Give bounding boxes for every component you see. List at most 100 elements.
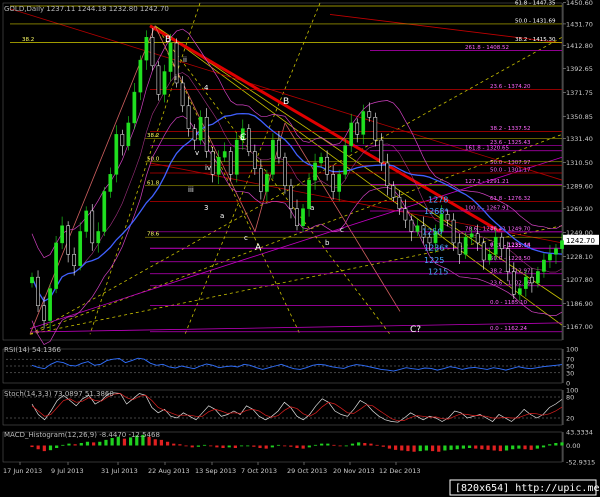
macd-bar	[283, 445, 287, 447]
macd-bar	[165, 441, 170, 446]
macd-tick-label: -52.9315	[566, 459, 595, 467]
candle-body	[409, 219, 414, 232]
macd-bar	[178, 444, 182, 446]
macd-bar	[511, 445, 515, 450]
last-price-label: 1242.70	[566, 237, 595, 245]
macd-bar	[461, 445, 465, 449]
y-tick-label: 1167.00	[566, 323, 593, 331]
candle-body	[108, 174, 113, 192]
macd-bar	[104, 439, 108, 446]
fib-level-label: 50.0 - 1431.69	[515, 18, 556, 24]
stoch-tick-label: 20	[566, 415, 574, 423]
candle-body	[530, 276, 534, 284]
wave-label: b	[325, 239, 330, 247]
candle-body	[228, 151, 233, 175]
macd-bar	[529, 445, 533, 450]
macd-bar	[412, 445, 416, 452]
macd-tick-label: 0.00	[566, 442, 580, 450]
wave-label: c	[340, 226, 344, 234]
candle-body	[313, 162, 317, 181]
candle-body	[343, 145, 348, 175]
candle-body	[457, 242, 462, 255]
macd-bar	[449, 445, 453, 450]
fib-level-label: 0.0 - 1185.10	[490, 300, 527, 306]
candle-body	[451, 219, 456, 244]
candle-body	[463, 236, 468, 255]
candle-body	[78, 231, 83, 266]
candle-body	[301, 208, 305, 227]
wave-label: B	[165, 35, 171, 45]
candle-body	[361, 111, 366, 135]
macd-bar	[153, 439, 157, 446]
x-tick-label: 29 Oct 2013	[287, 467, 327, 475]
candle-body	[560, 240, 564, 249]
rsi-tick-label: 100	[566, 346, 578, 354]
macd-bar	[498, 445, 502, 452]
target-label: 1225	[424, 256, 444, 265]
macd-bar	[394, 445, 398, 450]
wave-label: c	[244, 234, 248, 242]
macd-bar	[455, 445, 459, 450]
candle-body	[204, 116, 209, 152]
macd-bar	[437, 445, 441, 452]
candle-body	[180, 82, 185, 107]
macd-bar	[73, 444, 77, 446]
candle-body	[162, 71, 167, 95]
macd-bar	[400, 445, 404, 451]
macd-bar	[307, 445, 311, 448]
macd-bar	[61, 444, 65, 446]
target-label: 1215	[428, 267, 448, 276]
candle-body	[355, 122, 360, 135]
wave-label: B	[283, 97, 289, 107]
y-tick-label: 1412.80	[566, 42, 593, 50]
candle-body	[252, 151, 257, 169]
candle-body	[210, 151, 215, 175]
candle-body	[319, 156, 323, 164]
candle-body	[289, 185, 293, 209]
macd-bar	[48, 445, 53, 451]
macd-bar	[474, 445, 478, 449]
candle-body	[487, 254, 492, 261]
candle-body	[132, 91, 137, 124]
candle-body	[367, 111, 372, 118]
macd-bar	[486, 445, 490, 450]
wave-label: v	[195, 149, 199, 157]
macd-bar	[301, 445, 305, 449]
candle-body	[397, 196, 402, 209]
macd-bar	[381, 445, 385, 447]
candle-body	[150, 37, 155, 67]
extension-label: 78.6 - 1249.72	[465, 226, 505, 232]
candle-body	[373, 116, 378, 141]
macd-bar	[418, 445, 422, 452]
macd-bar	[313, 444, 318, 446]
candle-body	[481, 242, 486, 261]
macd-bar	[264, 445, 268, 449]
candle-body	[96, 231, 101, 244]
macd-bar	[344, 445, 348, 447]
y-tick-label: 1269.90	[566, 205, 593, 213]
fib-level-label: 50.0 - 1301.17	[490, 168, 531, 174]
stoch-title: Stoch(14,3,3) 73.0897 51.3860	[4, 390, 114, 398]
wave-label: b	[240, 134, 245, 142]
y-tick-label: 1228.10	[566, 253, 593, 261]
fib-level-label: 38.2 - 1337.52	[490, 126, 530, 132]
candle-body	[60, 225, 64, 244]
macd-bar	[209, 445, 213, 447]
macd-bar	[289, 445, 293, 447]
wave-label: ii	[183, 56, 187, 64]
macd-bar	[196, 445, 200, 447]
target-label: 1250	[422, 227, 442, 236]
wave-label: iv	[205, 164, 211, 172]
watermark: [820x654] http://upic.me/	[449, 479, 600, 496]
left-fib-label: 78.6	[147, 232, 160, 238]
candle-body	[265, 174, 269, 192]
candle-body	[259, 168, 263, 192]
candle-body	[114, 134, 119, 175]
macd-bar	[424, 445, 429, 451]
x-tick-label: 13 Sep 2013	[195, 467, 236, 475]
macd-bar	[375, 444, 379, 446]
left-fib-label: 50.0	[147, 156, 160, 162]
macd-bar	[406, 445, 410, 452]
candle-body	[337, 174, 342, 192]
svg-text:[820x654] http://upic.me/: [820x654] http://upic.me/	[455, 483, 600, 494]
